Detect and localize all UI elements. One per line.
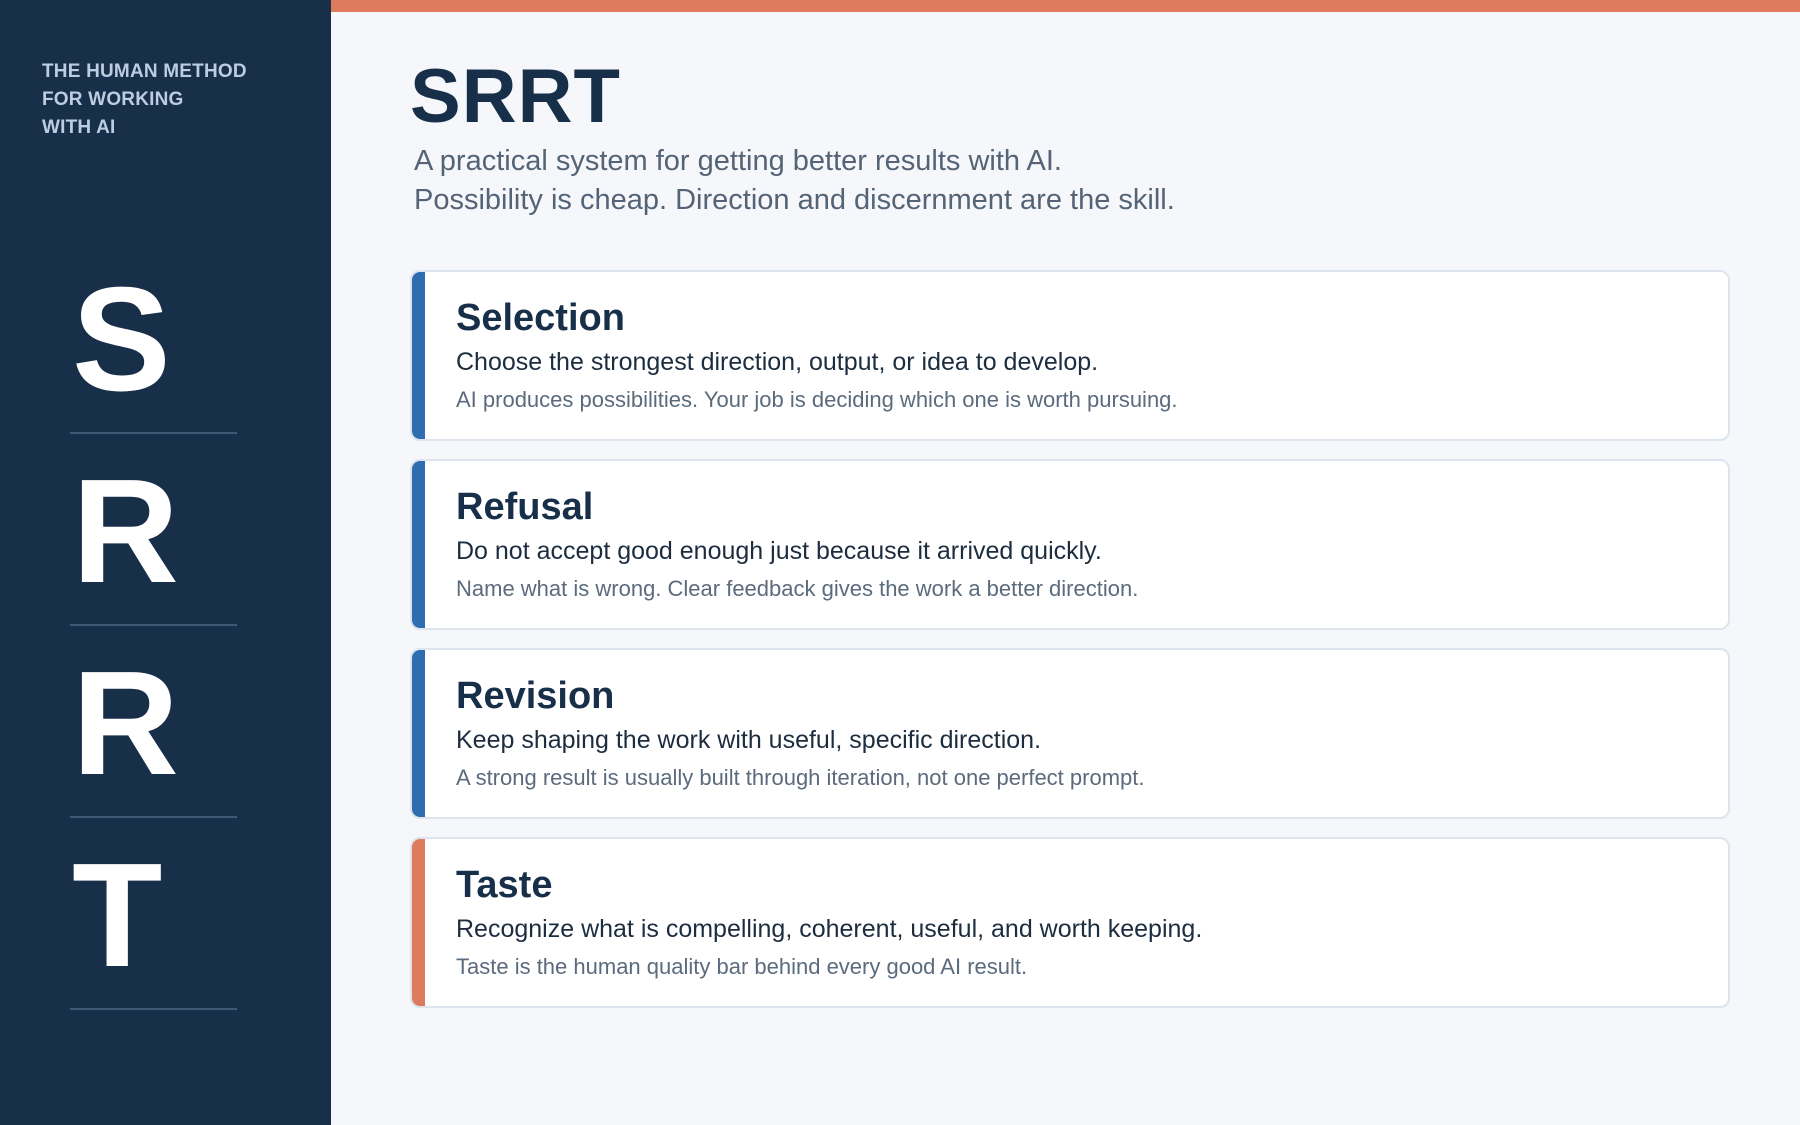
sidebar-letter-r-revision: R [70, 628, 237, 818]
slide: THE HUMAN METHOD FOR WORKING WITH AI S R… [0, 0, 1800, 1125]
card-title: Refusal [456, 486, 594, 528]
tagline-line: WITH AI [42, 117, 116, 138]
page-title: SRRT [410, 54, 621, 139]
card-description: Recognize what is compelling, coherent, … [456, 915, 1203, 943]
card-revision: Revision Keep shaping the work with usef… [410, 648, 1730, 819]
page-subtitle: A practical system for getting better re… [414, 142, 1175, 220]
letter-glyph: R [72, 449, 179, 614]
sidebar: THE HUMAN METHOD FOR WORKING WITH AI S R… [0, 0, 331, 1125]
card-description: Keep shaping the work with useful, speci… [456, 726, 1042, 754]
card-selection: Selection Choose the strongest direction… [410, 270, 1730, 441]
card-note: Name what is wrong. Clear feedback gives… [456, 576, 1139, 601]
letter-glyph: R [72, 641, 179, 806]
top-accent-bar [331, 0, 1800, 12]
card-accent-bar [412, 650, 425, 817]
sidebar-letter-s: S [70, 244, 237, 434]
card-title: Revision [456, 675, 615, 717]
tagline-line: THE HUMAN METHOD [42, 61, 247, 82]
card-title: Selection [456, 297, 625, 339]
letter-glyph: T [72, 833, 163, 998]
card-refusal: Refusal Do not accept good enough just b… [410, 459, 1730, 630]
card-accent-bar [412, 839, 425, 1006]
card-description: Choose the strongest direction, output, … [456, 348, 1099, 376]
sidebar-letter-r-refusal: R [70, 436, 237, 626]
card-note: A strong result is usually built through… [456, 765, 1145, 790]
card-accent-bar [412, 461, 425, 628]
subtitle-line: Possibility is cheap. Direction and disc… [414, 184, 1175, 216]
tagline-line: FOR WORKING [42, 89, 184, 110]
card-title: Taste [456, 864, 553, 906]
sidebar-letter-t: T [70, 820, 237, 1010]
subtitle-line: A practical system for getting better re… [414, 145, 1062, 177]
card-accent-bar [412, 272, 425, 439]
sidebar-tagline: THE HUMAN METHOD FOR WORKING WITH AI [42, 58, 282, 142]
card-note: Taste is the human quality bar behind ev… [456, 954, 1028, 979]
card-note: AI produces possibilities. Your job is d… [456, 387, 1178, 412]
card-taste: Taste Recognize what is compelling, cohe… [410, 837, 1730, 1008]
card-description: Do not accept good enough just because i… [456, 537, 1102, 565]
letter-glyph: S [72, 257, 171, 422]
